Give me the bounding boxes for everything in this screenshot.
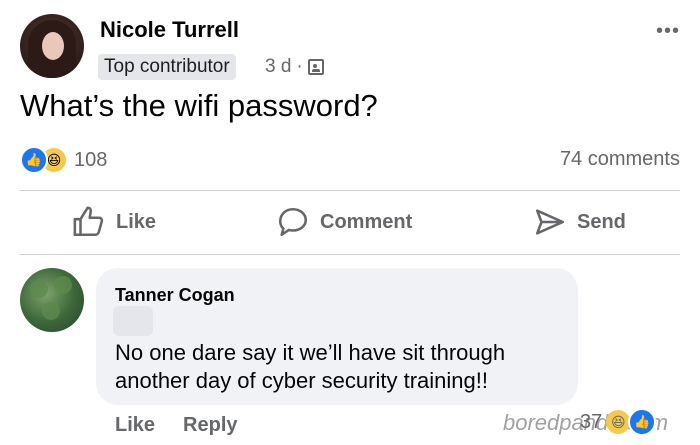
comment-button[interactable]: Comment (276, 205, 412, 239)
haha-reaction-icon: 😆 (606, 410, 631, 434)
like-button[interactable]: Like (72, 205, 156, 239)
comments-count[interactable]: 74 comments (560, 148, 680, 171)
more-options-icon[interactable]: ••• (656, 20, 680, 43)
author-avatar[interactable] (20, 14, 84, 78)
like-label: Like (116, 210, 157, 233)
group-icon (307, 59, 324, 75)
send-button[interactable]: Send (533, 205, 626, 239)
comment-reply-button[interactable]: Reply (183, 414, 237, 437)
commenter-avatar[interactable] (20, 268, 84, 332)
divider-bottom (20, 254, 680, 255)
send-label: Send (577, 210, 626, 233)
comment-reactions[interactable]: 37 😆 👍 (580, 408, 657, 436)
avatar-leaf (42, 302, 60, 320)
avatar-leaf (30, 280, 48, 298)
comment-label: Comment (320, 210, 413, 233)
like-reaction-icon: 👍 (20, 146, 48, 174)
reaction-count: 108 (74, 148, 108, 171)
avatar-leaf (54, 276, 72, 294)
post-time[interactable]: 3 d (265, 56, 291, 78)
divider-top (20, 190, 680, 191)
avatar-face (42, 32, 64, 60)
send-icon (535, 209, 565, 235)
thumbs-up-icon (73, 206, 104, 237)
like-reaction-icon: 👍 (628, 408, 657, 436)
comment-actions: Like Reply (115, 414, 238, 437)
redacted-block (113, 306, 153, 336)
reactions-summary[interactable]: 👍 😆 108 (20, 146, 107, 174)
post-meta: 3 d · (265, 56, 324, 78)
comment-icon (278, 207, 308, 237)
top-contributor-badge: Top contributor (98, 54, 236, 80)
comment-reaction-count: 37 (580, 410, 603, 433)
comment-like-button[interactable]: Like (115, 414, 155, 437)
comment-text: No one dare say it we’ll have sit throug… (115, 340, 506, 393)
meta-separator: · (296, 56, 303, 77)
comment-author-name[interactable]: Tanner Cogan (115, 285, 235, 306)
post-text: What’s the wifi password? (20, 88, 378, 123)
post-author-name[interactable]: Nicole Turrell (100, 17, 239, 43)
